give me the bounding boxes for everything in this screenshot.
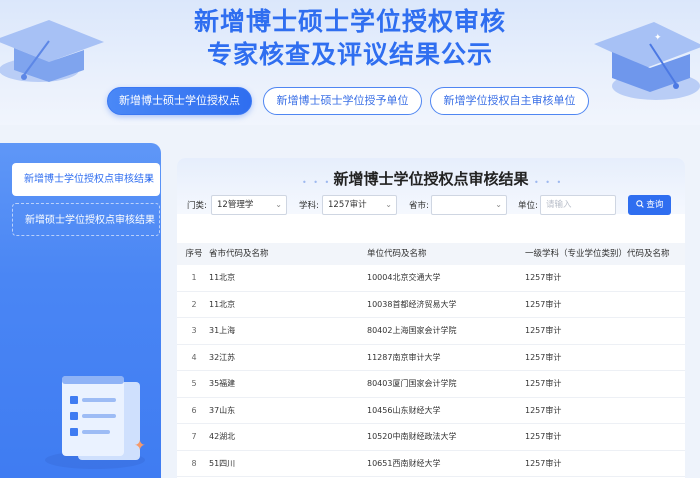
discipline-label: 学科: bbox=[299, 201, 319, 211]
sidebar-item-label: 新增硕士学位授权点审核结果 bbox=[25, 215, 155, 226]
table-row: 2 11北京 10038首都经济贸易大学 1257审计 bbox=[177, 292, 685, 318]
cell-index: 3 bbox=[191, 326, 197, 335]
tab-doctor-master-authorization-points[interactable]: 新增博士硕士学位授权点 bbox=[107, 87, 252, 115]
chevron-right-icon: › bbox=[147, 172, 152, 186]
cell-unit: 80402上海国家会计学院 bbox=[367, 326, 457, 335]
filter-bar: 门类: 12管理学 ⌄ 学科: 1257审计 ⌄ 省市: ⌄ 单位: 请输入 查… bbox=[177, 195, 685, 217]
cell-unit: 80403厦门国家会计学院 bbox=[367, 379, 457, 388]
document-illustration-icon: ✦ bbox=[45, 376, 146, 469]
table-row: 1 11北京 10004北京交通大学 1257审计 bbox=[177, 265, 685, 292]
sidebar-item-master-results[interactable]: 新增硕士学位授权点审核结果 bbox=[12, 203, 160, 236]
table-row: 6 37山东 10456山东财经大学 1257审计 bbox=[177, 398, 685, 424]
sidebar: 新增博士学位授权点审核结果 › 新增硕士学位授权点审核结果 ✦ bbox=[0, 143, 161, 478]
cell-index: 1 bbox=[191, 273, 197, 282]
table-row: 7 42湖北 10520中南财经政法大学 1257审计 bbox=[177, 424, 685, 451]
discipline-select-value: 1257审计 bbox=[328, 200, 367, 210]
cell-discipline: 1257审计 bbox=[525, 458, 562, 468]
table-header-row: 序号 省市代码及名称 单位代码及名称 一级学科（专业学位类别）代码及名称 bbox=[177, 243, 685, 265]
cell-index: 7 bbox=[191, 432, 197, 441]
cell-province: 32江苏 bbox=[209, 352, 236, 362]
table-row: 4 32江苏 11287南京审计大学 1257审计 bbox=[177, 345, 685, 371]
discipline-select[interactable]: 1257审计 ⌄ bbox=[322, 195, 397, 215]
cell-discipline: 1257审计 bbox=[525, 405, 562, 415]
cell-index: 5 bbox=[191, 379, 197, 388]
tab-doctor-master-degree-granting-units[interactable]: 新增博士硕士学位授予单位 bbox=[263, 87, 422, 115]
cell-province: 35福建 bbox=[209, 379, 236, 388]
cell-discipline: 1257审计 bbox=[525, 273, 562, 282]
cell-index: 8 bbox=[191, 458, 197, 468]
unit-label: 单位: bbox=[518, 201, 538, 211]
top-tab-bar: 新增博士硕士学位授权点 新增博士硕士学位授予单位 新增学位授权自主审核单位 bbox=[0, 87, 700, 117]
category-label: 门类: bbox=[187, 201, 207, 211]
cell-discipline: 1257审计 bbox=[525, 299, 562, 309]
header-banner: ✦ 新增博士硕士学位授权审核 专家核查及评议结果公示 新增博士硕士学位授权点 新… bbox=[0, 0, 700, 125]
cell-province: 37山东 bbox=[209, 405, 236, 415]
cell-province: 31上海 bbox=[209, 326, 236, 335]
cell-province: 11北京 bbox=[209, 299, 236, 309]
cell-discipline: 1257审计 bbox=[525, 326, 562, 335]
cell-unit: 11287南京审计大学 bbox=[367, 352, 441, 362]
panel-title: 新增博士学位授权点审核结果 bbox=[333, 170, 529, 188]
cell-index: 2 bbox=[191, 299, 197, 309]
page-title-line1: 新增博士硕士学位授权审核 bbox=[193, 7, 506, 36]
column-header-index: 序号 bbox=[185, 249, 203, 259]
cell-index: 4 bbox=[191, 352, 197, 362]
cell-province: 51四川 bbox=[209, 458, 236, 468]
chevron-down-icon: ⌄ bbox=[385, 200, 392, 209]
column-header-unit: 单位代码及名称 bbox=[367, 249, 427, 259]
search-button-label: 查询 bbox=[646, 200, 664, 210]
sidebar-item-doctor-results[interactable]: 新增博士学位授权点审核结果 › bbox=[12, 163, 160, 196]
search-icon bbox=[635, 200, 644, 208]
cell-discipline: 1257审计 bbox=[525, 352, 562, 362]
column-header-discipline: 一级学科（专业学位类别）代码及名称 bbox=[525, 249, 670, 259]
table-row: 5 35福建 80403厦门国家会计学院 1257审计 bbox=[177, 371, 685, 398]
cell-province: 42湖北 bbox=[209, 432, 236, 441]
page-title-line2: 专家核查及评议结果公示 bbox=[206, 40, 493, 69]
cell-unit: 10038首都经济贸易大学 bbox=[367, 299, 457, 309]
search-button[interactable]: 查询 bbox=[628, 195, 671, 215]
results-panel: • • • 新增博士学位授权点审核结果 • • • 门类: 12管理学 ⌄ 学科… bbox=[177, 158, 685, 478]
category-select-value: 12管理学 bbox=[217, 200, 254, 210]
province-select[interactable]: ⌄ bbox=[431, 195, 507, 215]
cell-discipline: 1257审计 bbox=[525, 432, 562, 441]
province-label: 省市: bbox=[409, 201, 429, 211]
sidebar-item-label: 新增博士学位授权点审核结果 bbox=[24, 174, 154, 185]
cell-unit: 10651西南财经大学 bbox=[367, 458, 441, 468]
cell-province: 11北京 bbox=[209, 273, 236, 282]
cell-index: 6 bbox=[191, 405, 197, 415]
cell-unit: 10456山东财经大学 bbox=[367, 405, 441, 415]
table-row: 3 31上海 80402上海国家会计学院 1257审计 bbox=[177, 318, 685, 345]
cell-unit: 10520中南财经政法大学 bbox=[367, 432, 457, 441]
chevron-down-icon: ⌄ bbox=[275, 200, 282, 209]
category-select[interactable]: 12管理学 ⌄ bbox=[211, 195, 287, 215]
decorative-dots: • • • bbox=[534, 178, 564, 187]
chevron-down-icon: ⌄ bbox=[495, 200, 502, 209]
cell-unit: 10004北京交通大学 bbox=[367, 273, 441, 282]
svg-text:✦: ✦ bbox=[134, 438, 146, 454]
table-row: 8 51四川 10651西南财经大学 1257审计 bbox=[177, 451, 685, 477]
column-header-province: 省市代码及名称 bbox=[209, 249, 269, 259]
tab-autonomous-review-units[interactable]: 新增学位授权自主审核单位 bbox=[430, 87, 589, 115]
cell-discipline: 1257审计 bbox=[525, 379, 562, 388]
unit-input[interactable]: 请输入 bbox=[540, 195, 616, 215]
